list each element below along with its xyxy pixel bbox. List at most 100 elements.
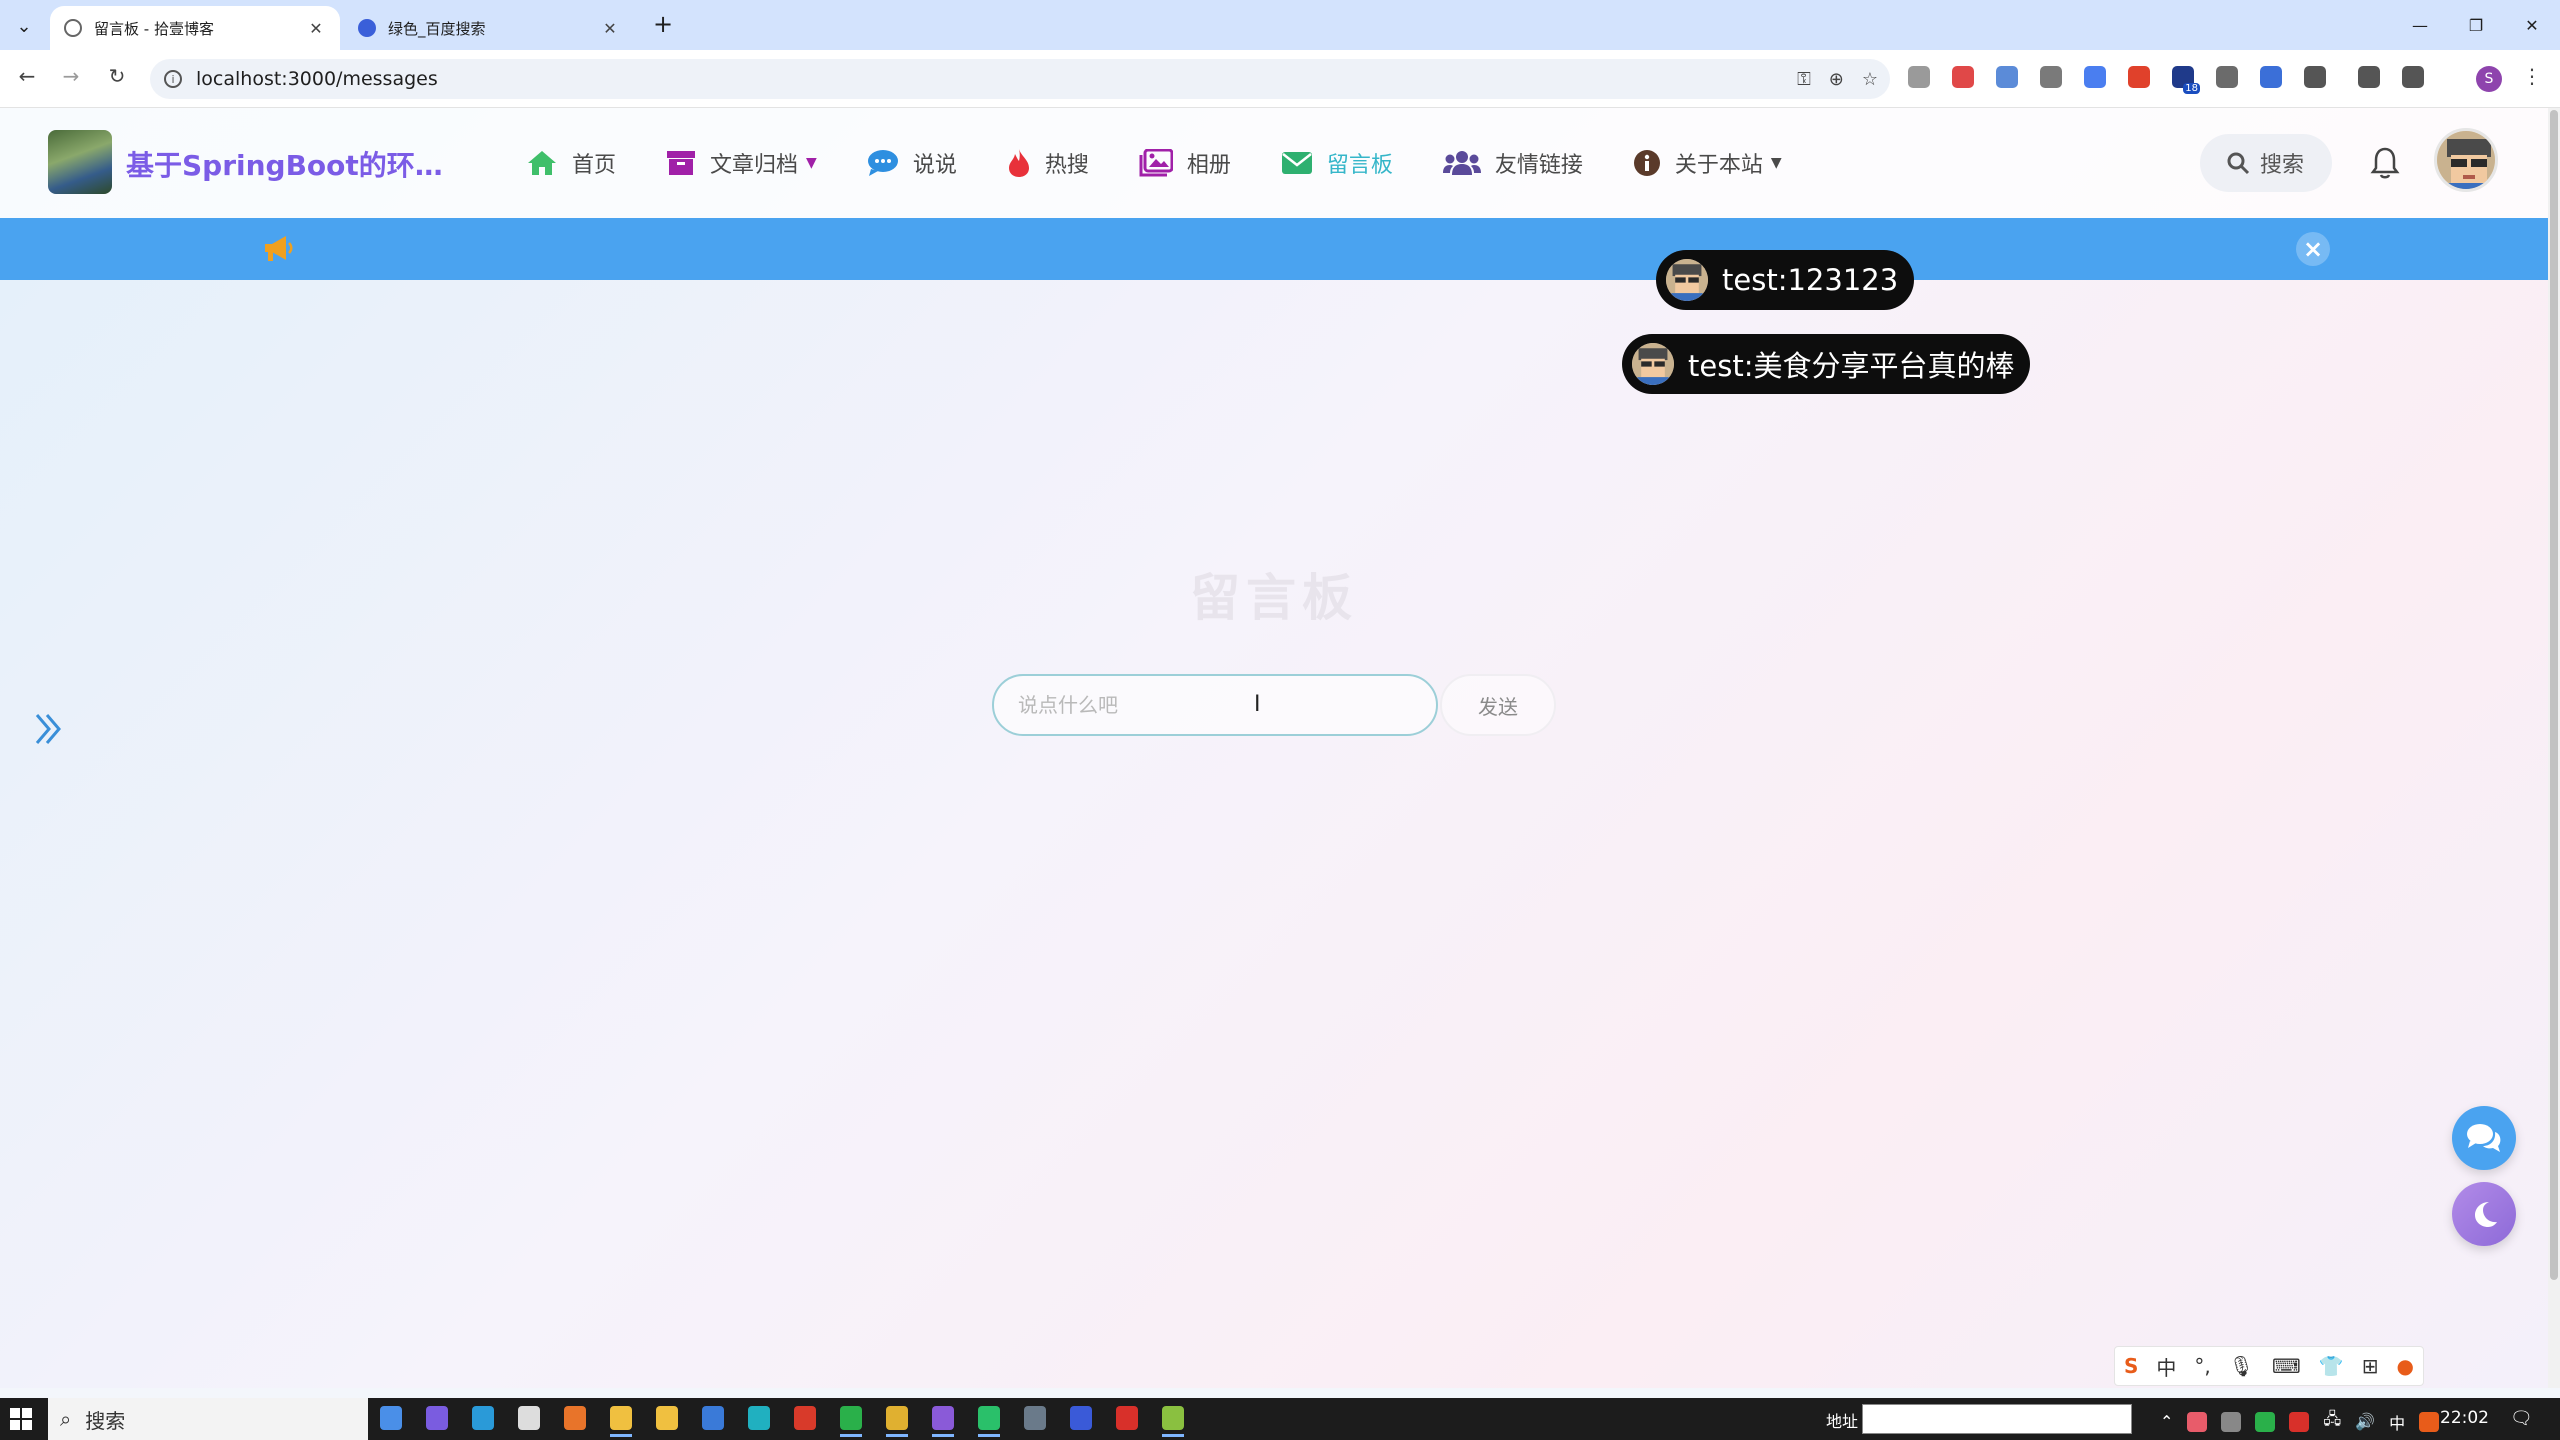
keyboard-icon[interactable]: ⌨ <box>2272 1354 2301 1378</box>
folder-icon[interactable] <box>656 1406 678 1430</box>
windows-start-icon[interactable] <box>10 1408 32 1434</box>
url-text[interactable]: localhost:3000/messages <box>196 68 438 90</box>
microphone-icon[interactable]: 🎙 <box>2229 1354 2254 1378</box>
site-search-button[interactable]: 搜索 <box>2200 134 2332 192</box>
volume-icon[interactable]: 🔊 <box>2355 1412 2375 1431</box>
site-logo[interactable] <box>48 130 112 194</box>
new-tab-button[interactable]: + <box>648 10 678 38</box>
minimize-icon[interactable]: — <box>2392 0 2448 50</box>
nav-item-label: 首页 <box>572 153 617 178</box>
taskbar-app-icon[interactable] <box>932 1406 954 1437</box>
taskbar-search[interactable]: ⌕ 搜索 <box>48 1398 368 1440</box>
nav-item-links[interactable]: 友情链接 <box>1442 147 1583 179</box>
nav-item-label: 热搜 <box>1044 153 1089 178</box>
text-cursor-icon: I <box>1254 692 1261 717</box>
nav-item-archive[interactable]: 文章归档 ▼ <box>666 147 817 179</box>
tab-messages[interactable]: 留言板 - 拾壹博客 ✕ <box>50 6 340 50</box>
taskbar-app-icon[interactable] <box>1024 1406 1046 1430</box>
forward-icon[interactable]: → <box>56 64 86 88</box>
taskbar-app-icon[interactable] <box>472 1406 494 1430</box>
tab-baidu-search[interactable]: 绿色_百度搜索 ✕ <box>344 6 634 50</box>
taskbar-app-icon[interactable] <box>748 1406 770 1430</box>
camera-extension-icon[interactable] <box>1908 66 1930 88</box>
bookmark-star-icon[interactable]: ☆ <box>1862 69 1878 90</box>
address-bar[interactable]: i localhost:3000/messages ⚿ ⊕ ☆ <box>150 59 1890 99</box>
tray-app-icon[interactable] <box>2221 1411 2242 1432</box>
scrollbar-thumb[interactable] <box>2550 110 2558 1280</box>
skin-icon[interactable]: 👕 <box>2319 1354 2344 1378</box>
taskbar-app-icon[interactable] <box>380 1406 402 1430</box>
media-control-icon[interactable] <box>2402 66 2424 88</box>
ime-language-toggle[interactable]: 中 <box>2156 1352 2176 1381</box>
search-extension-icon[interactable] <box>2216 66 2238 88</box>
toolbox-icon[interactable]: ⊞ <box>2362 1354 2379 1378</box>
wechat-icon[interactable] <box>840 1406 862 1437</box>
taskbar-app-icon[interactable] <box>1116 1406 1138 1430</box>
browser-menu-icon[interactable]: ⋮ <box>2522 64 2542 88</box>
wechat-tray-icon[interactable] <box>2255 1411 2276 1432</box>
extensions-area: 18 <box>1908 66 2424 94</box>
clock[interactable]: 22:02 <box>2440 1408 2489 1428</box>
message-input[interactable] <box>992 674 1438 736</box>
nav-item-album[interactable]: 相册 <box>1139 147 1231 179</box>
nav-item-home[interactable]: 首页 <box>526 147 616 179</box>
mascot-icon[interactable]: ● <box>2396 1354 2413 1378</box>
zoom-icon[interactable]: ⊕ <box>1829 69 1844 90</box>
chat-button[interactable] <box>2452 1106 2516 1170</box>
tray-app-icon[interactable] <box>2289 1411 2310 1432</box>
page-scrollbar[interactable] <box>2548 108 2560 1388</box>
users-icon <box>1442 149 1481 177</box>
bell-icon[interactable] <box>2370 146 2400 184</box>
firefox-icon[interactable] <box>564 1406 586 1430</box>
double-chevron-right-icon[interactable] <box>34 712 64 750</box>
password-key-icon[interactable]: ⚿ <box>1797 69 1811 90</box>
badge-extension-icon[interactable]: 18 <box>2172 66 2200 94</box>
shield-extension-icon[interactable] <box>1952 66 1974 88</box>
nav-item-talk[interactable]: 说说 <box>867 147 957 179</box>
nav-item-hot[interactable]: 热搜 <box>1007 147 1089 179</box>
taskbar-app-icon[interactable] <box>702 1406 724 1430</box>
download-icon[interactable] <box>2358 66 2380 88</box>
translate-extension-icon[interactable] <box>2084 66 2106 88</box>
notification-icon[interactable]: 🗨 <box>2510 1408 2533 1429</box>
punctuation-icon[interactable]: °, <box>2194 1354 2210 1378</box>
red-extension-icon[interactable] <box>2128 66 2150 88</box>
taskbar-app-icon[interactable] <box>978 1406 1000 1437</box>
send-button[interactable]: 发送 <box>1440 674 1556 736</box>
taskbar-app-icon[interactable] <box>426 1406 448 1430</box>
wps-icon[interactable] <box>794 1406 816 1430</box>
ime-toolbar: S 中 °, 🎙 ⌨ 👕 ⊞ ● <box>2114 1346 2424 1386</box>
site-header: 基于SpringBoot的环… 首页 文章归档 ▼ 说说 热搜 相册 留言板 友… <box>0 108 2548 218</box>
address-toolbar-input[interactable] <box>1862 1404 2132 1434</box>
back-icon[interactable]: ← <box>12 64 42 88</box>
close-tab-icon[interactable]: ✕ <box>600 19 620 38</box>
site-info-icon[interactable]: i <box>164 70 182 88</box>
restore-icon[interactable]: ❐ <box>2448 0 2504 50</box>
nav-item-guestbook[interactable]: 留言板 <box>1281 147 1393 179</box>
taskbar-app-icon[interactable] <box>1162 1406 1184 1437</box>
tree-extension-icon[interactable] <box>1996 66 2018 88</box>
puzzle-extensions-icon[interactable] <box>2304 66 2326 88</box>
taskbar-app-icon[interactable] <box>518 1406 540 1430</box>
input-language[interactable]: 中 <box>2389 1410 2405 1434</box>
sogou-logo-icon[interactable]: S <box>2124 1354 2138 1378</box>
close-window-icon[interactable]: ✕ <box>2504 0 2560 50</box>
chrome-icon[interactable] <box>886 1406 908 1437</box>
chevron-up-icon[interactable]: ⌃ <box>2160 1412 2173 1431</box>
site-title[interactable]: 基于SpringBoot的环… <box>126 144 443 184</box>
idea-icon[interactable] <box>1070 1406 1092 1430</box>
dark-mode-toggle[interactable] <box>2452 1182 2516 1246</box>
x-extension-icon[interactable] <box>2260 66 2282 88</box>
copy-extension-icon[interactable] <box>2040 66 2062 88</box>
close-notice-icon[interactable]: × <box>2296 232 2330 266</box>
profile-avatar[interactable]: S <box>2476 66 2502 92</box>
sogou-tray-icon[interactable] <box>2419 1411 2440 1432</box>
reload-icon[interactable]: ↻ <box>102 64 132 88</box>
close-tab-icon[interactable]: ✕ <box>306 19 326 38</box>
user-avatar[interactable] <box>2434 128 2498 192</box>
tray-app-icon[interactable] <box>2187 1411 2208 1432</box>
tab-search-dropdown-icon[interactable]: ⌄ <box>10 12 38 40</box>
file-explorer-icon[interactable] <box>610 1406 632 1437</box>
nav-item-about[interactable]: 关于本站 ▼ <box>1633 147 1782 179</box>
network-icon[interactable]: 🖧 <box>2323 1408 2341 1435</box>
